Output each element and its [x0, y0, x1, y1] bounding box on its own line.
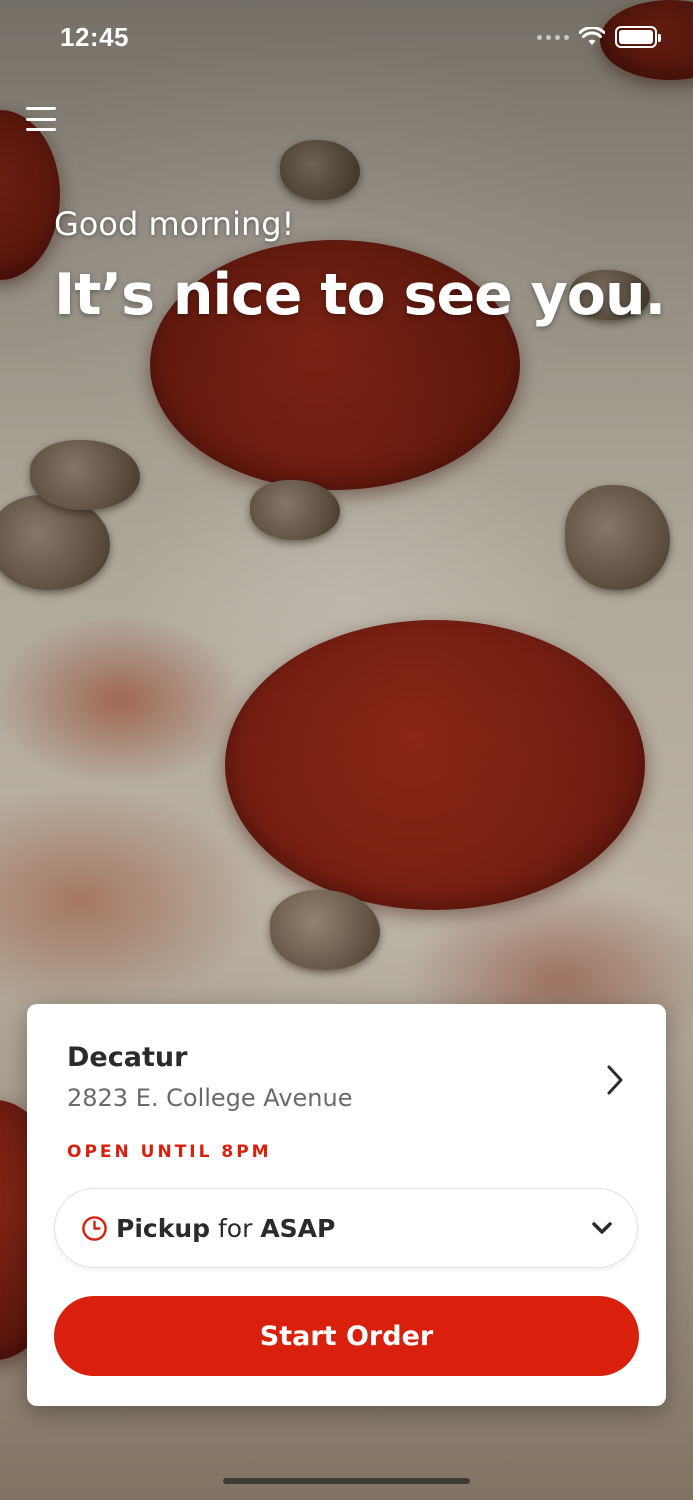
order-mode-text: Pickup for ASAP — [116, 1214, 591, 1243]
signal-icon — [537, 34, 569, 40]
order-mode-dropdown[interactable]: Pickup for ASAP — [54, 1188, 638, 1268]
order-mode-connector: for — [217, 1213, 253, 1243]
greeting-text: Good morning! — [54, 205, 295, 243]
battery-icon — [615, 26, 661, 48]
start-order-button[interactable]: Start Order — [54, 1296, 639, 1376]
store-hours-status: OPEN UNTIL 8PM — [67, 1142, 272, 1162]
wifi-icon — [579, 27, 605, 45]
chevron-down-icon — [592, 1222, 612, 1234]
status-icons — [537, 26, 661, 48]
clock-icon — [82, 1215, 107, 1241]
status-bar: 12:45 — [0, 0, 693, 80]
store-name: Decatur — [67, 1042, 188, 1073]
order-mode-time: ASAP — [260, 1213, 336, 1243]
home-indicator[interactable] — [223, 1478, 470, 1484]
order-mode-type: Pickup — [116, 1213, 211, 1243]
store-selector[interactable]: Decatur 2823 E. College Avenue — [67, 1042, 636, 1122]
status-time: 12:45 — [60, 22, 129, 52]
chevron-right-icon — [607, 1065, 623, 1095]
headline-text: It’s nice to see you. — [54, 262, 666, 328]
store-address: 2823 E. College Avenue — [67, 1084, 353, 1112]
store-card: Decatur 2823 E. College Avenue OPEN UNTI… — [27, 1004, 666, 1406]
hamburger-menu-icon[interactable] — [26, 104, 56, 134]
